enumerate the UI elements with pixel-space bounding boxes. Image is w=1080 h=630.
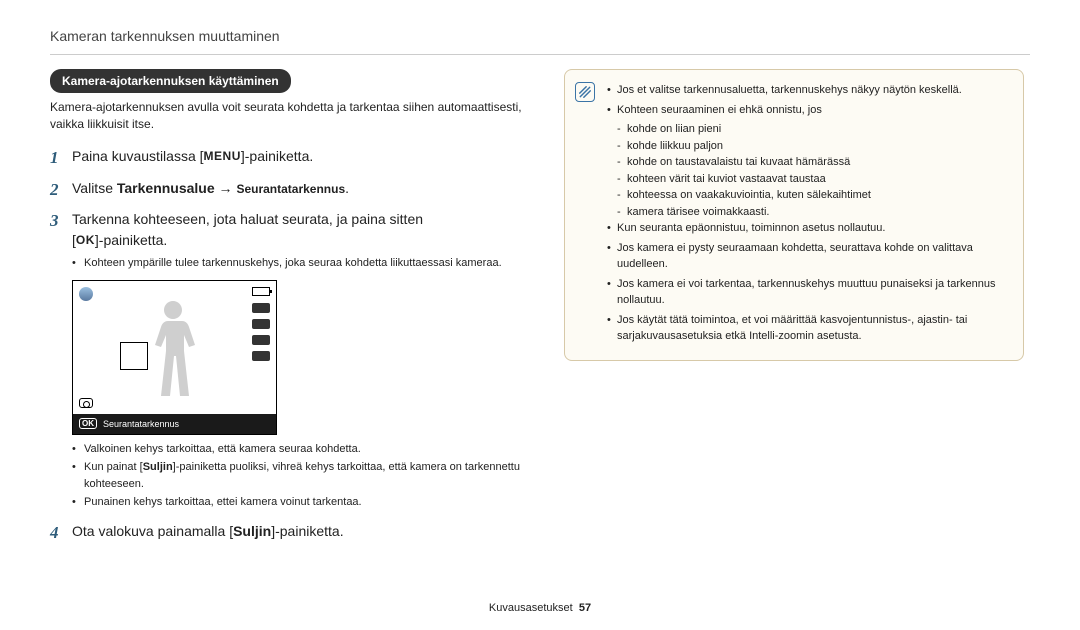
left-column: Kamera-ajotarkennuksen käyttäminen Kamer… (50, 69, 540, 545)
text-pre: Kun painat [ (84, 461, 143, 473)
bullet-dot: • (72, 441, 84, 458)
step-line1: Tarkenna kohteeseen, jota haluat seurata… (72, 211, 423, 227)
step-number: 3 (50, 209, 72, 233)
subject-silhouette (143, 299, 203, 414)
bullet-dot: • (72, 459, 84, 492)
step-text-bold: Suljin (233, 523, 271, 539)
info-box: •Jos et valitse tarkennusaluetta, tarken… (564, 69, 1024, 361)
info-subline: -kohde on taustavalaistu tai kuvaat hämä… (617, 154, 1009, 171)
bullet-text: Punainen kehys tarkoittaa, ettei kamera … (84, 494, 362, 511)
footer-label: Kuvausasetukset (489, 602, 573, 614)
battery-icon (252, 287, 270, 296)
step-3-sub-bullets: • Kohteen ympärille tulee tarkennuskehys… (72, 255, 540, 272)
step-number: 2 (50, 178, 72, 202)
page-header: Kameran tarkennuksen muuttaminen (50, 28, 1030, 44)
footer-page: 57 (579, 602, 591, 614)
info-subline: -kohde liikkuu paljon (617, 138, 1009, 155)
info-line: •Kohteen seuraaminen ei ehkä onnistu, jo… (607, 102, 1009, 119)
text-bold: Suljin (143, 461, 173, 473)
step-3: 3 Tarkenna kohteeseen, jota haluat seura… (50, 209, 540, 251)
bar-label: Seurantatarkennus (103, 419, 179, 429)
info-text: kohde liikkuu paljon (627, 138, 723, 155)
info-text: Jos kamera ei pysty seuraamaan kohdetta,… (617, 240, 1009, 273)
bullet-dot: • (72, 255, 84, 272)
bullet-text: Kohteen ympärille tulee tarkennuskehys, … (84, 255, 502, 272)
tracking-box (121, 343, 147, 369)
divider (50, 54, 1030, 55)
info-line: •Jos käytät tätä toimintoa, et voi määri… (607, 312, 1009, 345)
step-text: Paina kuvaustilassa [MENU]-painiketta. (72, 146, 313, 167)
info-subline: -kohde on liian pieni (617, 121, 1009, 138)
camera-icon (79, 398, 93, 408)
info-text: kohde on taustavalaistu tai kuvaat hämär… (627, 154, 850, 171)
info-text: kohteessa on vaakakuviointia, kuten säle… (627, 187, 871, 204)
step-text-bold2: Seurantatarkennus (236, 182, 345, 196)
ok-chip: OK (76, 231, 95, 249)
step-text: Tarkenna kohteeseen, jota haluat seurata… (72, 209, 423, 251)
bullet-row: • Kohteen ympärille tulee tarkennuskehys… (72, 255, 540, 272)
post-screen-bullets: • Valkoinen kehys tarkoittaa, että kamer… (72, 441, 540, 511)
ok-indicator: OK (79, 418, 97, 429)
step-text: Ota valokuva painamalla [Suljin]-painike… (72, 521, 344, 542)
step-text-pre: Valitse (72, 180, 117, 196)
step-text-pre: Ota valokuva painamalla [ (72, 523, 233, 539)
info-text: Kun seuranta epäonnistuu, toiminnon aset… (617, 220, 885, 237)
info-text: kohteen värit tai kuviot vastaavat taust… (627, 171, 826, 188)
step-text-post: . (345, 180, 349, 196)
step-1: 1 Paina kuvaustilassa [MENU]-painiketta. (50, 146, 540, 170)
content-columns: Kamera-ajotarkennuksen käyttäminen Kamer… (50, 69, 1030, 545)
bullet-row: • Punainen kehys tarkoittaa, ettei kamer… (72, 494, 540, 511)
intro-text: Kamera-ajotarkennuksen avulla voit seura… (50, 99, 540, 134)
info-line: •Kun seuranta epäonnistuu, toiminnon ase… (607, 220, 1009, 237)
bullet-row: • Kun painat [Suljin]-painiketta puoliks… (72, 459, 540, 492)
info-subline: -kohteessa on vaakakuviointia, kuten säl… (617, 187, 1009, 204)
right-column: •Jos et valitse tarkennusaluetta, tarken… (564, 69, 1024, 545)
info-subline: -kamera tärisee voimakkaasti. (617, 204, 1009, 221)
info-text: kamera tärisee voimakkaasti. (627, 204, 769, 221)
step-text-post: ]-painiketta. (241, 148, 313, 164)
info-subline: -kohteen värit tai kuviot vastaavat taus… (617, 171, 1009, 188)
bullet-row: • Valkoinen kehys tarkoittaa, että kamer… (72, 441, 540, 458)
menu-chip: MENU (204, 147, 241, 165)
step-number: 4 (50, 521, 72, 545)
info-text: kohde on liian pieni (627, 121, 721, 138)
bullet-dot: • (72, 494, 84, 511)
info-line: •Jos kamera ei pysty seuraamaan kohdetta… (607, 240, 1009, 273)
arrow: → (215, 180, 237, 196)
step-line2-post: ]-painiketta. (95, 232, 167, 248)
status-bar: OK Seurantatarkennus (73, 414, 276, 434)
camera-preview: OK Seurantatarkennus (72, 280, 277, 435)
step-4: 4 Ota valokuva painamalla [Suljin]-paini… (50, 521, 540, 545)
bullet-text: Valkoinen kehys tarkoittaa, että kamera … (84, 441, 361, 458)
mode-icon (79, 287, 93, 301)
step-number: 1 (50, 146, 72, 170)
info-text: Kohteen seuraaminen ei ehkä onnistu, jos (617, 102, 822, 119)
bullet-text: Kun painat [Suljin]-painiketta puoliksi,… (84, 459, 540, 492)
step-2: 2 Valitse Tarkennusalue → Seurantatarken… (50, 178, 540, 202)
step-text-post: ]-painiketta. (271, 523, 343, 539)
info-line: •Jos kamera ei voi tarkentaa, tarkennusk… (607, 276, 1009, 309)
step-text-bold: Tarkennusalue (117, 180, 215, 196)
info-text: Jos et valitse tarkennusaluetta, tarkenn… (617, 82, 962, 99)
step-text-pre: Paina kuvaustilassa [ (72, 148, 204, 164)
info-text: Jos kamera ei voi tarkentaa, tarkennuske… (617, 276, 1009, 309)
note-icon (575, 82, 595, 102)
step-text: Valitse Tarkennusalue → Seurantatarkennu… (72, 178, 349, 199)
info-text: Jos käytät tätä toimintoa, et voi määrit… (617, 312, 1009, 345)
right-icons (252, 303, 270, 367)
section-pill: Kamera-ajotarkennuksen käyttäminen (50, 69, 291, 93)
page-footer: Kuvausasetukset 57 (0, 602, 1080, 614)
info-line: •Jos et valitse tarkennusaluetta, tarken… (607, 82, 1009, 99)
